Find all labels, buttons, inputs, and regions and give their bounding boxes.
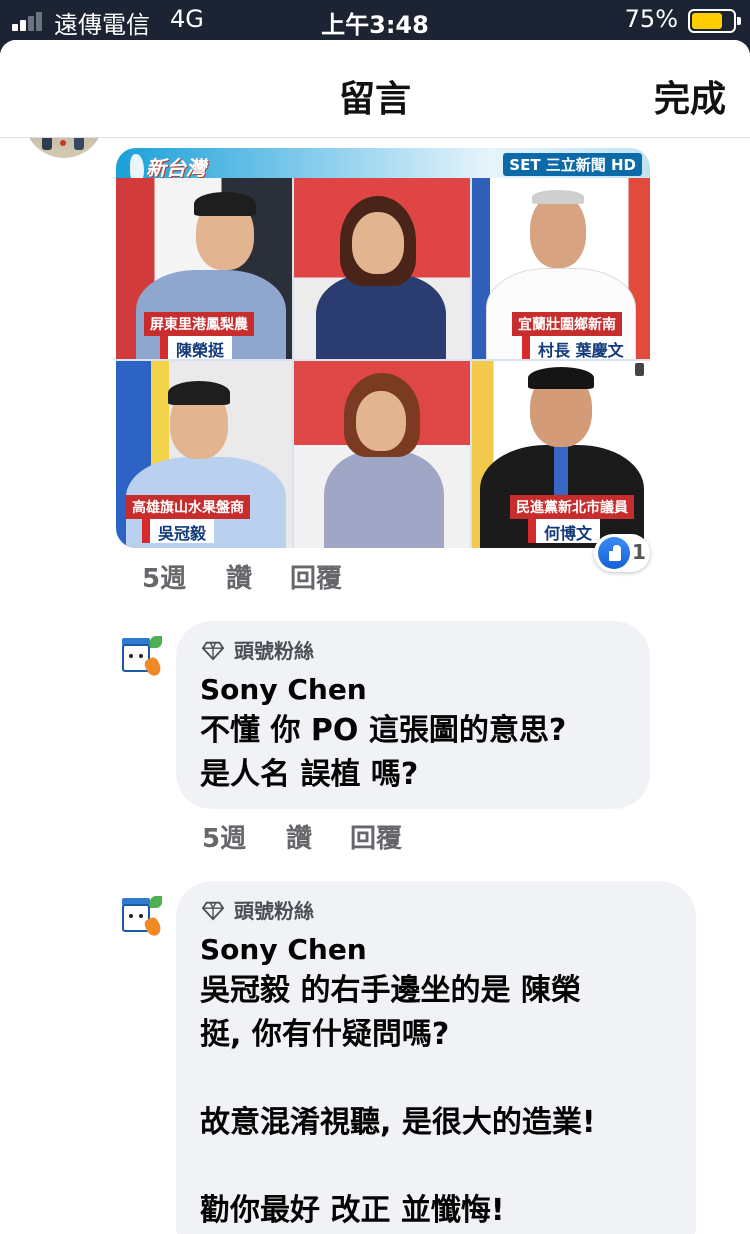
guest-name-caption: 村長 葉慶文 [522, 336, 632, 359]
like-button[interactable]: 讚 [226, 558, 252, 595]
header-bar: 留言 完成 [0, 40, 750, 138]
done-button[interactable]: 完成 [654, 70, 726, 122]
reaction-count: 1 [632, 540, 646, 564]
post-time: 5週 [142, 564, 187, 594]
comments-scroll-area[interactable]: 新台灣 加油 SET 三立新聞 HD 屏東里港鳳梨農 陳榮挺 [0, 40, 750, 1234]
guest-title-caption: 屏東里港鳳梨農 [144, 312, 254, 336]
guest-name-caption: 陳榮挺 [160, 336, 233, 359]
diamond-icon [202, 901, 224, 921]
comment-bubble[interactable]: 頭號粉絲 Sony Chen 不懂 你 PO 這張圖的意思? 是人名 誤植 嗎? [176, 621, 650, 809]
reply-button[interactable]: 回覆 [290, 558, 342, 595]
comments-sheet: 新台灣 加油 SET 三立新聞 HD 屏東里港鳳梨農 陳榮挺 [0, 40, 750, 1234]
thumbs-up-icon [598, 537, 630, 569]
like-button[interactable]: 讚 [286, 818, 312, 855]
comment-text: 不懂 你 PO 這張圖的意思? 是人名 誤植 嗎? [200, 713, 567, 792]
battery-percentage: 75% [624, 5, 678, 33]
panel-host-1 [294, 178, 470, 359]
commenter-avatar[interactable] [118, 634, 164, 680]
panel-host-2 [294, 361, 470, 548]
top-fan-badge: 頭號粉絲 [234, 899, 314, 923]
battery-icon [688, 9, 741, 33]
guest-name-caption: 何博文 [528, 519, 601, 543]
guest-title-caption: 高雄旗山水果盤商 [126, 495, 250, 519]
reaction-badge[interactable]: 1 [594, 534, 650, 572]
panel-guest-4: 民進黨新北市議員 何博文 [472, 361, 650, 548]
status-bar: 遠傳電信 4G 上午3:48 75% [0, 0, 750, 40]
comment-author[interactable]: Sony Chen [200, 933, 367, 966]
comment-author[interactable]: Sony Chen [200, 673, 367, 706]
page-title: 留言 [338, 79, 411, 120]
panel-guest-2: 宜蘭壯圍鄉新南 村長 葉慶文 [472, 178, 650, 359]
top-fan-badge: 頭號粉絲 [234, 639, 314, 663]
comment-time: 5週 [202, 824, 247, 854]
show-watermark [634, 363, 644, 376]
tv-channel-logo: SET 三立新聞 HD [503, 153, 642, 176]
panel-guest-3: 高雄旗山水果盤商 吳冠毅 [116, 361, 292, 548]
guest-title-caption: 民進黨新北市議員 [510, 495, 634, 519]
commenter-avatar[interactable] [118, 894, 164, 940]
panel-guest-1: 屏東里港鳳梨農 陳榮挺 [116, 178, 292, 359]
guest-title-caption: 宜蘭壯圍鄉新南 [512, 312, 622, 336]
post-image[interactable]: 新台灣 加油 SET 三立新聞 HD 屏東里港鳳梨農 陳榮挺 [116, 148, 650, 548]
comment-bubble[interactable]: 頭號粉絲 Sony Chen 吳冠毅 的右手邊坐的是 陳榮 挺, 你有什疑問嗎?… [176, 881, 696, 1234]
diamond-icon [202, 641, 224, 661]
comment-text: 吳冠毅 的右手邊坐的是 陳榮 挺, 你有什疑問嗎? 故意混淆視聽, 是很大的造業… [200, 973, 596, 1228]
guest-name-caption: 吳冠毅 [142, 519, 215, 543]
reply-button[interactable]: 回覆 [350, 818, 402, 855]
